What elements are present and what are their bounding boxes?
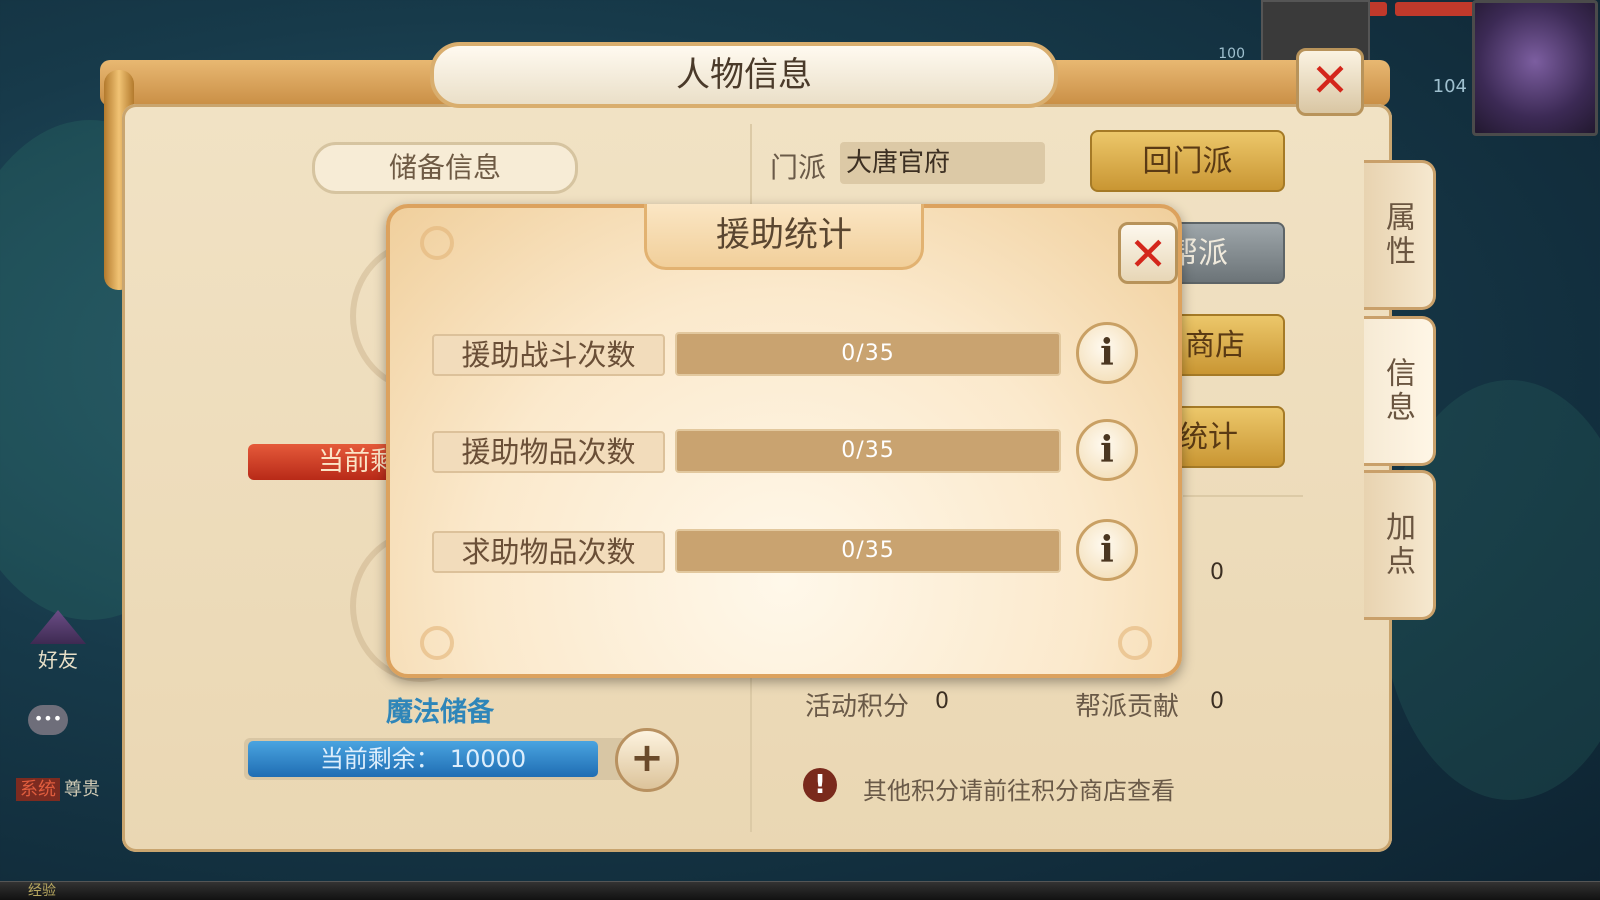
return-sect-button[interactable]: 回门派 (1090, 130, 1285, 192)
close-icon[interactable]: ✕ (1296, 48, 1364, 116)
tab-add-points[interactable]: 加点 (1364, 470, 1436, 620)
progress-text: 0/35 (841, 438, 895, 463)
row-label: 求助物品次数 (432, 531, 665, 573)
progress-bar: 0/35 (675, 429, 1061, 473)
sect-label: 门派 (770, 151, 827, 184)
stat-row-assist-battle: 援助战斗次数 0/35 i (430, 322, 1142, 384)
hp-reserve-bar: 当前剩 (248, 444, 398, 480)
decorative-swirl (420, 626, 454, 660)
info-icon[interactable]: i (1076, 419, 1138, 481)
sect-value: 大唐官府 (840, 142, 1045, 184)
mana-reserve-prefix: 当前剩余： (319, 745, 440, 773)
assist-stats-modal: 援助统计 ✕ 援助战斗次数 0/35 i 援助物品次数 0/35 i 求助物品次… (386, 204, 1182, 678)
divider-line (1183, 495, 1303, 497)
reserve-info-tab: 储备信息 (312, 142, 578, 194)
chat-bubble-icon[interactable]: ••• (28, 705, 68, 735)
progress-bar: 0/35 (675, 332, 1061, 376)
tab-info[interactable]: 信息 (1364, 316, 1436, 466)
exclamation-icon: ! (803, 768, 837, 802)
magic-reserve-label: 魔法储备 (386, 697, 494, 728)
player-portrait[interactable] (1472, 0, 1598, 136)
progress-text: 0/35 (841, 341, 895, 366)
system-message: 系统 尊贵 (16, 775, 100, 801)
friend-hat-icon (30, 610, 86, 644)
decorative-swirl (1118, 626, 1152, 660)
stat-row-request-items: 求助物品次数 0/35 i (430, 519, 1142, 581)
row-label: 援助物品次数 (432, 431, 665, 473)
gang-contribution-value: 0 (1210, 689, 1224, 714)
plus-icon[interactable]: + (615, 728, 679, 792)
progress-text: 0/35 (841, 538, 895, 563)
info-icon[interactable]: i (1076, 519, 1138, 581)
decorative-swirl (420, 226, 454, 260)
exp-label: 经验 (28, 883, 56, 899)
experience-bar: 经验 (0, 881, 1600, 900)
notice-text: 其他积分请前往积分商店查看 (863, 777, 1175, 805)
player-level: 104 (1432, 76, 1467, 97)
close-icon[interactable]: ✕ (1118, 222, 1178, 284)
friend-button[interactable]: 好友 (28, 610, 88, 673)
activity-points-value: 0 (935, 689, 949, 714)
stat-value: 0 (1210, 560, 1224, 585)
mana-reserve-value: 10000 (449, 745, 527, 773)
partner-hp-bar (1395, 2, 1480, 16)
page-title: 人物信息 (430, 42, 1058, 108)
hp-reserve-label: 当前剩 (318, 447, 397, 477)
stat-row-assist-items: 援助物品次数 0/35 i (430, 419, 1142, 481)
system-tag: 系统 (16, 778, 60, 801)
activity-points-label: 活动积分 (805, 692, 910, 722)
friend-label: 好友 (38, 648, 78, 672)
progress-bar: 0/35 (675, 529, 1061, 573)
system-text: 尊贵 (64, 779, 100, 800)
modal-title: 援助统计 (644, 204, 924, 270)
row-label: 援助战斗次数 (432, 334, 665, 376)
tab-attributes[interactable]: 属性 (1364, 160, 1436, 310)
mana-reserve-bar: 当前剩余： 10000 (248, 741, 598, 777)
gang-contribution-label: 帮派贡献 (1075, 692, 1180, 722)
info-icon[interactable]: i (1076, 322, 1138, 384)
